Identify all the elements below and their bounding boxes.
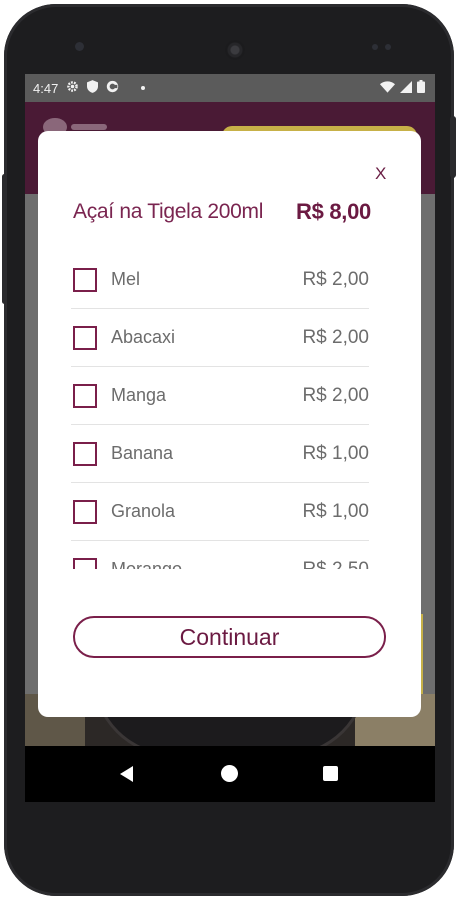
option-row-morango[interactable]: Morango R$ 2,50: [71, 541, 369, 569]
product-name: Açaí na Tigela 200ml: [73, 200, 264, 223]
gear-icon: [66, 80, 79, 96]
checkbox[interactable]: [73, 557, 97, 569]
proximity-sensor: [372, 44, 378, 50]
option-price: R$ 1,00: [302, 500, 369, 522]
checkbox[interactable]: [73, 441, 97, 466]
option-price: R$ 2,00: [302, 268, 369, 290]
front-sensor: [75, 42, 84, 51]
option-price: R$ 1,00: [302, 442, 369, 464]
option-row-abacaxi[interactable]: Abacaxi R$ 2,00: [71, 309, 369, 367]
option-row-mel[interactable]: Mel R$ 2,00: [71, 251, 369, 309]
sync-icon: [106, 80, 119, 96]
volume-button: [2, 174, 7, 304]
option-price: R$ 2,00: [302, 384, 369, 406]
option-price: R$ 2,00: [302, 326, 369, 348]
checkbox[interactable]: [73, 267, 97, 292]
add-ons-dialog: X Açaí na Tigela 200ml R$ 8,00 Mel R$ 2,…: [38, 131, 421, 717]
checkbox[interactable]: [73, 499, 97, 524]
recents-icon[interactable]: [323, 766, 338, 781]
home-icon[interactable]: [221, 765, 238, 782]
product-price: R$ 8,00: [296, 199, 371, 224]
proximity-sensor-2: [385, 44, 391, 50]
option-name: Abacaxi: [111, 327, 176, 347]
status-time: 4:47: [33, 80, 59, 96]
option-row-manga[interactable]: Manga R$ 2,00: [71, 367, 369, 425]
checkbox[interactable]: [73, 325, 97, 350]
shield-icon: [87, 80, 99, 96]
signal-icon: [400, 80, 412, 96]
option-name: Manga: [111, 385, 167, 405]
option-price: R$ 2,50: [302, 558, 369, 570]
navigation-bar: [25, 746, 435, 802]
option-row-banana[interactable]: Banana R$ 1,00: [71, 425, 369, 483]
status-bar: 4:47: [25, 74, 435, 102]
wifi-icon: [380, 80, 395, 96]
option-name: Morango: [111, 559, 183, 569]
close-button[interactable]: X: [375, 164, 386, 184]
notification-dot-icon: [141, 86, 146, 90]
front-camera: [225, 40, 245, 60]
options-list[interactable]: Mel R$ 2,00 Abacaxi R$ 2,00 Manga R$ 2,0…: [71, 251, 369, 569]
power-button: [450, 116, 456, 178]
back-icon[interactable]: [120, 766, 133, 782]
option-name: Mel: [111, 269, 141, 289]
option-row-granola[interactable]: Granola R$ 1,00: [71, 483, 369, 541]
option-name: Banana: [111, 443, 174, 463]
battery-icon: [417, 80, 425, 96]
checkbox[interactable]: [73, 383, 97, 408]
option-name: Granola: [111, 501, 176, 521]
continue-button[interactable]: Continuar: [73, 616, 386, 658]
